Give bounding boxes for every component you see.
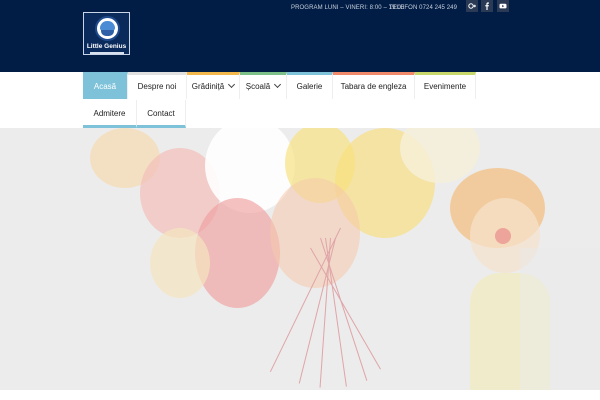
google-plus-icon[interactable]: [466, 0, 478, 12]
page-bottom-strip: [0, 390, 600, 400]
nav-item-label: Galerie: [296, 82, 323, 91]
site-header: Little Genius PROGRAM LUNI – VINERI: 8:0…: [0, 0, 600, 72]
nav-item-label: Despre noi: [137, 82, 177, 91]
logo-underline: [90, 52, 124, 54]
nav-item-label: Grădiniță: [191, 82, 225, 91]
logo-emblem-icon: [95, 16, 120, 41]
logo-text: Little Genius: [86, 43, 127, 50]
facebook-icon[interactable]: [481, 0, 493, 12]
nav-item-label: Acasă: [93, 82, 117, 91]
nav-item-tabara-de-engleza[interactable]: Tabara de engleza: [333, 72, 415, 99]
site-logo[interactable]: Little Genius: [83, 12, 130, 55]
chevron-down-icon: [274, 80, 282, 89]
balloon: [270, 178, 360, 288]
youtube-icon[interactable]: [497, 0, 509, 12]
balloon: [150, 228, 210, 298]
clown-nose: [495, 228, 511, 244]
phone-number: TELEFON 0724 245 249: [389, 5, 458, 11]
program-hours: PROGRAM LUNI – VINERI: 8:00 – 19:00: [291, 5, 405, 11]
nav-item-contact[interactable]: Contact: [137, 100, 186, 128]
main-navigation: Acasă Despre noi Grădiniță Școală Galeri…: [0, 72, 600, 128]
nav-item-label: Contact: [147, 109, 175, 118]
nav-item-scoala[interactable]: Școală: [240, 72, 287, 99]
hero-image: [0, 128, 600, 390]
nav-item-label: Școală: [245, 82, 271, 91]
hero-background-shadow: [520, 248, 600, 390]
nav-item-label: Admitere: [93, 109, 126, 118]
nav-item-despre-noi[interactable]: Despre noi: [128, 72, 187, 99]
nav-item-galerie[interactable]: Galerie: [287, 72, 333, 99]
nav-item-gradinita[interactable]: Grădiniță: [187, 72, 240, 99]
nav-item-evenimente[interactable]: Evenimente: [415, 72, 476, 99]
nav-item-admitere[interactable]: Admitere: [83, 100, 137, 128]
nav-item-acasa[interactable]: Acasă: [83, 72, 128, 99]
nav-item-label: Evenimente: [423, 82, 467, 91]
chevron-down-icon: [228, 80, 236, 89]
nav-item-label: Tabara de engleza: [340, 82, 407, 91]
